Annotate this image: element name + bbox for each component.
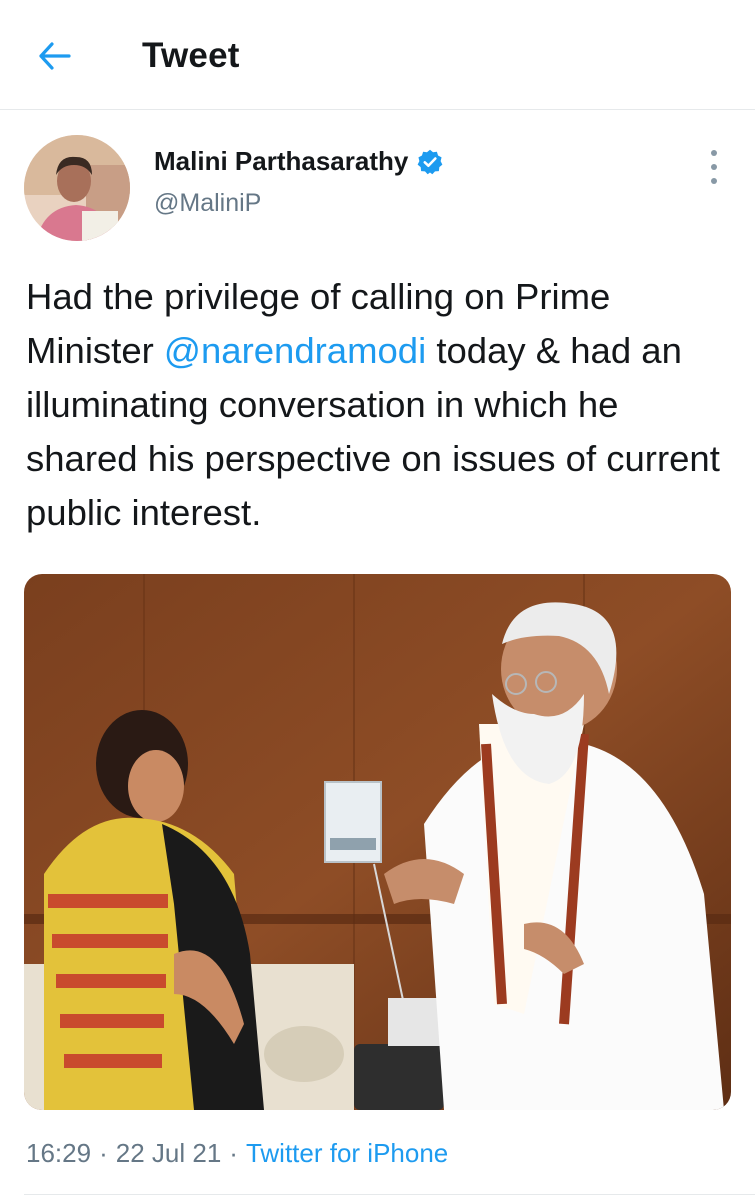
avatar-image (24, 135, 130, 241)
author-names: Malini Parthasarathy @MaliniP (154, 146, 444, 218)
verified-badge-icon (417, 149, 443, 174)
more-options-button[interactable] (701, 150, 727, 184)
avatar[interactable] (24, 135, 130, 241)
divider (24, 1194, 755, 1195)
tweet-date: 22 Jul 21 (115, 1138, 222, 1168)
more-dot (711, 178, 717, 184)
tweet-source-link[interactable]: Twitter for iPhone (246, 1138, 448, 1169)
back-button[interactable] (30, 36, 80, 76)
tweet-time: 16:29 (26, 1138, 92, 1168)
meta-separator: · (229, 1138, 238, 1168)
tweet-author: Malini Parthasarathy @MaliniP (0, 130, 755, 250)
tweet-photo[interactable] (24, 574, 731, 1110)
more-dot (711, 164, 717, 170)
mention-link[interactable]: @narendramodi (164, 330, 426, 371)
page-title: Tweet (142, 36, 240, 75)
photo-image (24, 574, 731, 1110)
meta-separator: · (99, 1138, 108, 1168)
display-name[interactable]: Malini Parthasarathy (154, 146, 408, 177)
top-bar: Tweet (0, 0, 755, 110)
tweet-text: Had the privilege of calling on Prime Mi… (26, 270, 726, 540)
arrow-left-icon (39, 42, 71, 70)
more-vertical-icon (711, 150, 717, 156)
author-handle[interactable]: @MaliniP (154, 189, 444, 218)
tweet-meta: 16:29 · 22 Jul 21 · Twitter for iPhone (26, 1138, 448, 1169)
